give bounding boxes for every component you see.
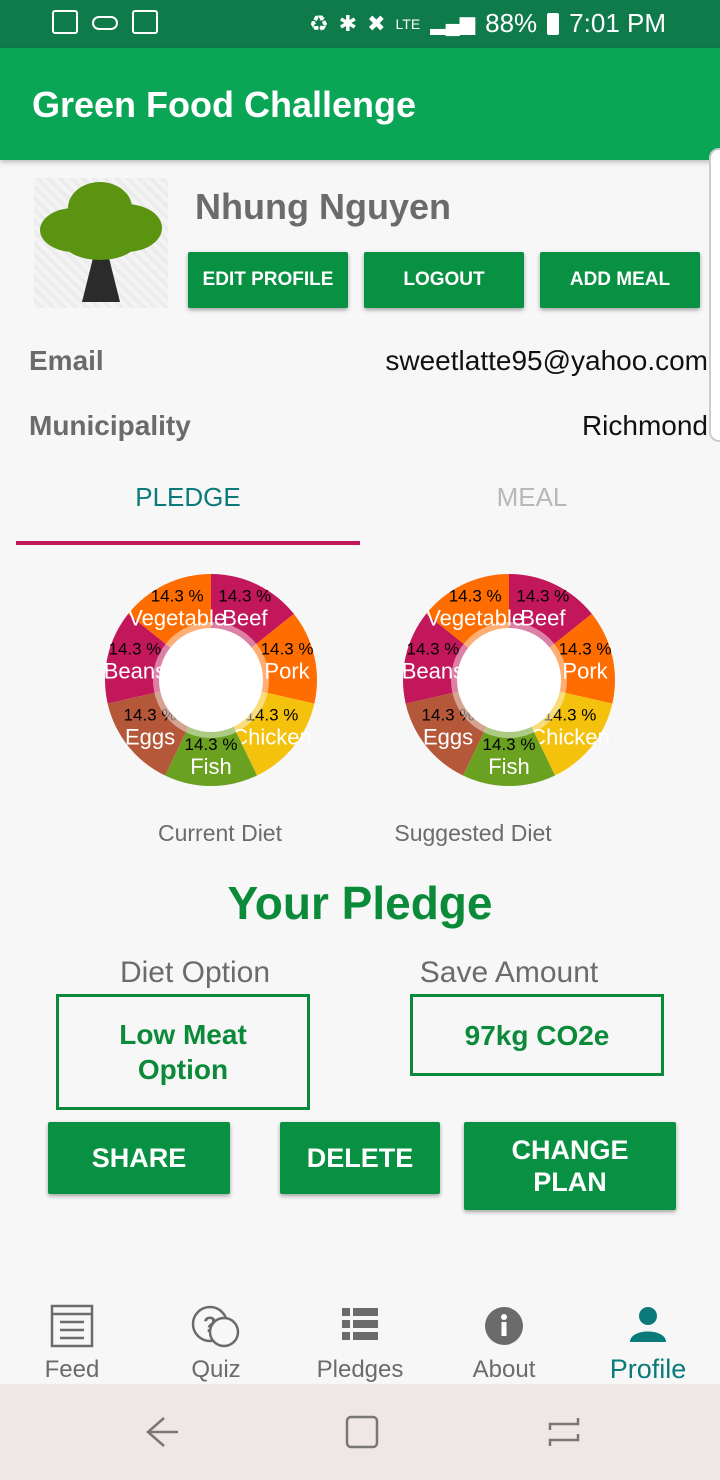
tab-meal[interactable]: MEAL	[360, 482, 704, 513]
suggested-diet-chart: 14.3 %Beef14.3 %Pork14.3 %Chicken14.3 %F…	[402, 574, 615, 786]
slice-category-label: Chicken	[232, 725, 311, 750]
battery-saver-icon: ♻	[308, 10, 329, 36]
feed-icon	[50, 1304, 94, 1348]
tree-icon	[40, 182, 162, 302]
bluetooth-icon: ✱	[338, 10, 358, 36]
logout-button[interactable]: LOGOUT	[364, 252, 524, 308]
nav-feed-label: Feed	[44, 1356, 100, 1383]
slice-value-label: 14.3 %	[261, 640, 314, 659]
slice-value-label: 14.3 %	[406, 640, 459, 659]
diet-option-label: Diet Option	[119, 956, 271, 989]
user-name: Nhung Nguyen	[195, 186, 451, 227]
nav-about-label: About	[472, 1356, 536, 1383]
nav-quiz-label: Quiz	[191, 1356, 241, 1383]
nav-pledges[interactable]: Pledges	[288, 1300, 432, 1384]
gallery-icon	[52, 10, 78, 34]
recent-apps-icon[interactable]	[546, 1414, 582, 1450]
status-system-icons: ♻ ✱ ✖ LTE ▂▄▆ 88% 7:01 PM	[309, 8, 666, 39]
slice-value-label: 14.3 %	[516, 587, 569, 606]
nav-about[interactable]: About	[432, 1300, 576, 1384]
nav-feed[interactable]: Feed	[0, 1300, 144, 1384]
slice-category-label: Chicken	[530, 725, 609, 750]
signal-icon: ▂▄▆	[430, 13, 476, 35]
system-nav-bar	[0, 1384, 720, 1480]
nav-profile-label: Profile	[609, 1354, 687, 1384]
slice-category-label: Pork	[562, 659, 608, 684]
slice-category-label: Eggs	[125, 725, 175, 750]
save-amount-label: Save Amount	[419, 956, 599, 989]
slice-category-label: Eggs	[423, 725, 473, 750]
current-diet-caption: Current Diet	[158, 820, 282, 846]
mute-icon: ✖	[367, 10, 386, 36]
slice-category-label: Fish	[190, 754, 232, 779]
change-plan-button[interactable]: CHANGE PLAN	[464, 1122, 676, 1210]
pledges-icon	[342, 1308, 378, 1340]
tab-indicator	[16, 541, 360, 545]
slice-value-label: 14.3 %	[218, 587, 271, 606]
slice-value-label: 14.3 %	[108, 640, 161, 659]
suggested-diet-caption: Suggested Diet	[394, 820, 552, 846]
add-meal-button[interactable]: ADD MEAL	[540, 252, 700, 308]
home-icon[interactable]	[344, 1414, 380, 1450]
screenshot-icon	[132, 10, 158, 34]
voicemail-icon	[92, 16, 118, 30]
delete-button[interactable]: DELETE	[280, 1122, 440, 1194]
municipality-value: Richmond	[581, 410, 708, 441]
slice-category-label: Fish	[488, 754, 530, 779]
svg-text:?: ?	[203, 1312, 216, 1337]
app-title: Green Food Challenge	[32, 84, 417, 125]
save-amount-value: 97kg CO2e	[410, 994, 664, 1076]
clock: 7:01 PM	[569, 8, 666, 38]
tab-pledge[interactable]: PLEDGE	[16, 482, 360, 513]
status-bar: ♻ ✱ ✖ LTE ▂▄▆ 88% 7:01 PM	[0, 0, 720, 48]
nav-quiz[interactable]: ? Quiz	[144, 1300, 288, 1384]
current-diet-chart: 14.3 %Beef14.3 %Pork14.3 %Chicken14.3 %F…	[104, 574, 317, 786]
back-arrow-icon[interactable]	[144, 1414, 180, 1450]
donut-hole	[457, 628, 561, 732]
slice-value-label: 14.3 %	[449, 587, 502, 606]
email-value: sweetlatte95@yahoo.com	[385, 345, 708, 376]
app-bar: Green Food Challenge	[0, 48, 720, 160]
network-type: LTE	[395, 15, 421, 32]
email-label: Email	[29, 345, 104, 376]
nav-pledges-label: Pledges	[316, 1356, 404, 1383]
donut-hole	[159, 628, 263, 732]
diet-option-value: Low Meat Option	[56, 994, 310, 1110]
status-notification-icons	[52, 10, 158, 34]
about-icon	[485, 1307, 523, 1345]
profile-icon	[630, 1307, 666, 1342]
battery-icon	[547, 12, 560, 35]
pledge-title: Your Pledge	[227, 877, 493, 929]
share-button[interactable]: SHARE	[48, 1122, 230, 1194]
slice-category-label: Pork	[264, 659, 310, 684]
slice-value-label: 14.3 %	[559, 640, 612, 659]
nav-profile[interactable]: Profile	[576, 1300, 720, 1384]
municipality-label: Municipality	[29, 410, 191, 441]
battery-percent: 88%	[485, 8, 538, 38]
quiz-icon: ?	[191, 1305, 240, 1348]
slice-value-label: 14.3 %	[151, 587, 204, 606]
edit-profile-button[interactable]: EDIT PROFILE	[188, 252, 348, 308]
avatar	[34, 178, 168, 308]
scroll-edge	[709, 148, 720, 442]
